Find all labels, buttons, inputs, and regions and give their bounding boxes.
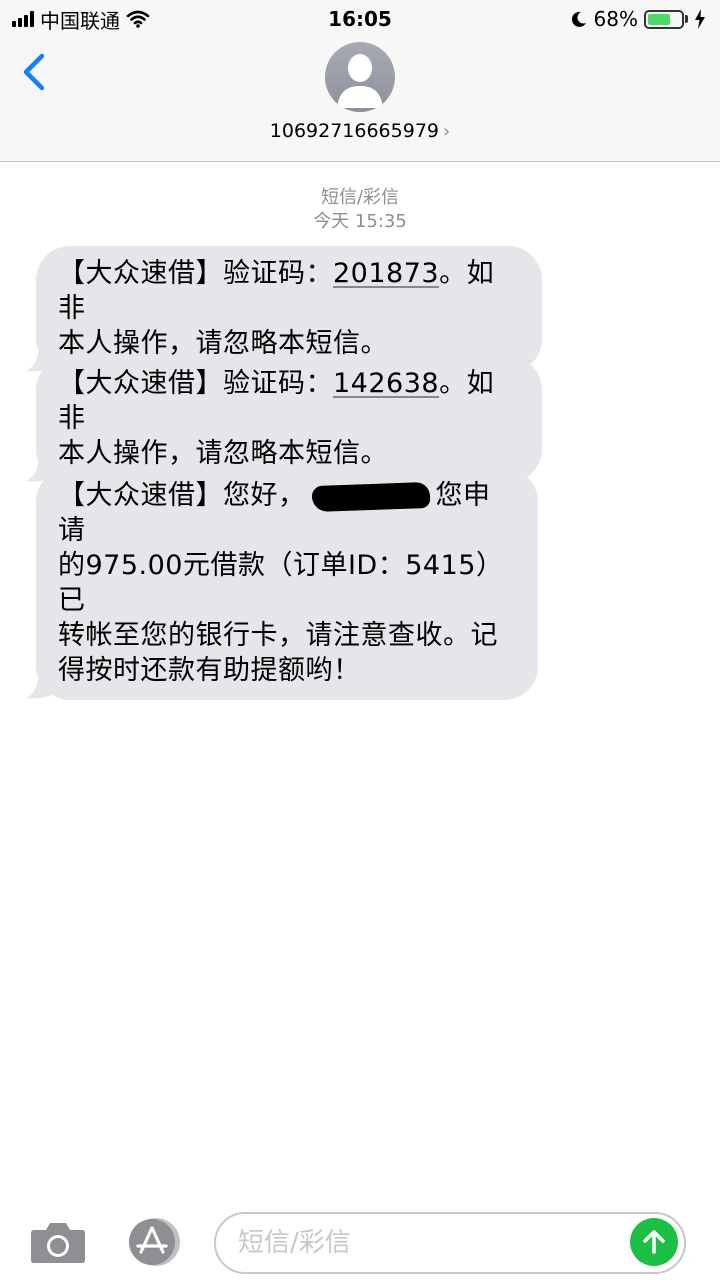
message-bubble[interactable]: 【大众速借】您好， 您申请 的975.00元借款（订单ID：5415）已 转帐至您…: [26, 468, 538, 700]
message-text: 得按时还款有助提额哟！: [58, 655, 361, 686]
battery-percent: 68%: [593, 7, 638, 31]
message-text: 【大众速借】验证码：: [58, 258, 333, 289]
wifi-icon: [126, 10, 150, 28]
send-arrow-up-icon: [643, 1230, 665, 1254]
message-input-placeholder: 短信/彩信: [238, 1228, 351, 1258]
camera-icon: [31, 1223, 85, 1263]
contact-number: 10692716665979: [269, 120, 440, 142]
message-text: 【大众速借】验证码：: [58, 368, 333, 399]
message-bubble[interactable]: 【大众速借】验证码：201873。如非 本人操作，请忽略本短信。: [26, 246, 542, 373]
moon-icon: [571, 11, 586, 27]
charging-bolt-icon: [695, 9, 705, 29]
chevron-left-icon: [23, 53, 45, 91]
message-input[interactable]: 短信/彩信: [214, 1212, 686, 1274]
message-bubble[interactable]: 【大众速借】验证码：142638。如非 本人操作，请忽略本短信。: [26, 356, 542, 483]
carrier-name: 中国联通: [40, 8, 120, 33]
battery-icon: [644, 9, 688, 29]
battery-level-fill: [648, 13, 670, 25]
verification-code-link[interactable]: 142638: [333, 368, 439, 399]
message-timestamp: 今天 15:35: [313, 211, 407, 232]
redaction-scribble: [311, 481, 430, 512]
message-type-label: 短信/彩信: [320, 187, 400, 208]
verification-code-link[interactable]: 201873: [333, 258, 439, 289]
message-text: 的975.00元借款（订单ID：5415）已: [58, 550, 504, 616]
contact-name-button[interactable]: 10692716665979 ›: [0, 120, 720, 142]
person-silhouette-icon: [337, 54, 383, 108]
back-button[interactable]: [16, 48, 56, 96]
app-store-button[interactable]: [122, 1218, 184, 1266]
send-button[interactable]: [630, 1218, 678, 1266]
status-bar: 中国联通 16:05 68%: [0, 0, 720, 38]
contact-avatar[interactable]: [325, 42, 395, 112]
signal-icon: [12, 11, 34, 27]
bubble-tail: [26, 674, 54, 699]
message-input-bar: 短信/彩信: [0, 1200, 720, 1280]
chevron-right-icon: ›: [443, 121, 451, 142]
camera-button[interactable]: [30, 1220, 86, 1264]
message-text: 转帐至您的银行卡，请注意查收。记: [58, 620, 498, 651]
message-text: 【大众速借】您好，: [58, 480, 306, 511]
messages-screen: 10692716665979 › 中国联通 16:05 68% 短信/彩信 今天…: [0, 0, 720, 1280]
app-store-icon: [129, 1218, 180, 1266]
message-text: 本人操作，请忽略本短信。: [58, 438, 388, 469]
